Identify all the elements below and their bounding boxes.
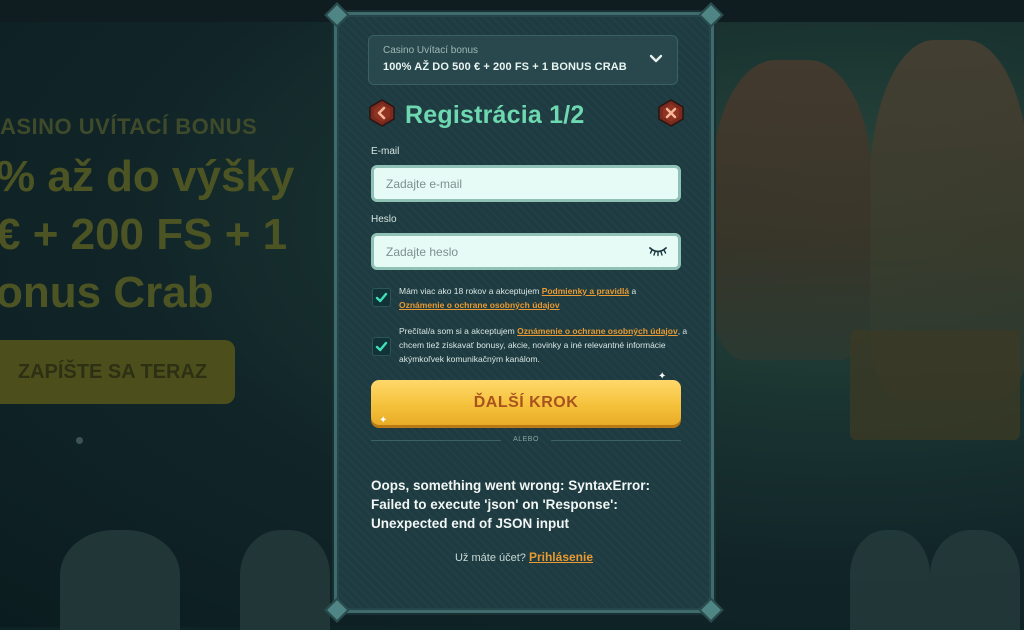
consent-text: Prečítal/a som si a akceptujem — [399, 326, 518, 336]
terms-checkbox[interactable] — [372, 288, 391, 307]
login-prompt: Už máte účet? Prihlásenie — [337, 550, 711, 564]
hero-headline-line: € + 200 FS + 1 — [0, 210, 288, 259]
marketing-checkbox[interactable] — [372, 337, 391, 356]
consent-text: a — [629, 286, 637, 296]
password-label: Heslo — [371, 214, 397, 225]
modal-title: Registrácia 1/2 — [405, 101, 585, 129]
email-field[interactable] — [371, 165, 681, 202]
game-thumbnail — [850, 530, 930, 630]
divider-line — [371, 440, 501, 441]
email-label: E-mail — [371, 146, 400, 157]
game-thumbnail — [240, 530, 330, 630]
hero-kicker: ASINO UVÍTACÍ BONUS — [0, 114, 258, 139]
checkmark-icon — [375, 341, 388, 352]
marketing-consent-text: Prečítal/a som si a akceptujem Oznámenie… — [399, 324, 689, 366]
divider-line — [551, 440, 681, 441]
password-field[interactable] — [371, 233, 681, 270]
next-step-button[interactable]: ĎALŠÍ KROK — [371, 380, 681, 425]
hero-character-left — [712, 60, 872, 360]
hero-cta-button: ZAPÍŠTE SA TERAZ — [0, 340, 235, 404]
hero-headline: % až do výšky € + 200 FS + 1 onus Crab — [0, 148, 356, 322]
game-thumbnail — [60, 530, 180, 630]
bonus-select-label: Casino Uvítací bonus — [383, 45, 479, 56]
bonus-select[interactable]: Casino Uvítací bonus 100% AŽ DO 500 € + … — [368, 35, 678, 85]
login-link[interactable]: Prihlásenie — [529, 550, 593, 564]
consent-text: Mám viac ako 18 rokov a akceptujem — [399, 286, 542, 296]
terms-link[interactable]: Podmienky a pravidlá — [542, 286, 629, 296]
terms-consent-text: Mám viac ako 18 rokov a akceptujem Podmi… — [399, 284, 689, 312]
carousel-dot — [76, 437, 83, 444]
login-prompt-text: Už máte účet? — [454, 552, 526, 564]
or-label: ALEBO — [513, 436, 539, 443]
game-thumbnail — [930, 530, 1020, 630]
back-arrow-icon[interactable] — [368, 99, 396, 127]
sparkle-icon: ✦ — [379, 415, 388, 426]
error-message: Oops, something went wrong: SyntaxError:… — [371, 478, 651, 531]
registration-modal: Casino Uvítací bonus 100% AŽ DO 500 € + … — [324, 2, 724, 623]
hero-headline-line: % až do výšky — [0, 152, 295, 201]
privacy-link[interactable]: Oznámenie o ochrane osobných údajov — [399, 300, 560, 310]
treasure-chest — [850, 330, 1020, 440]
hero-headline-line: onus Crab — [0, 268, 214, 317]
sparkle-icon: ✦ — [658, 371, 667, 382]
privacy-link[interactable]: Oznámenie o ochrane osobných údajov — [517, 326, 678, 336]
checkmark-icon — [375, 292, 388, 303]
bonus-select-value: 100% AŽ DO 500 € + 200 FS + 1 BONUS CRAB — [383, 61, 627, 73]
close-icon[interactable] — [657, 99, 685, 127]
eye-closed-icon[interactable] — [649, 245, 667, 257]
chevron-down-icon — [649, 54, 663, 63]
